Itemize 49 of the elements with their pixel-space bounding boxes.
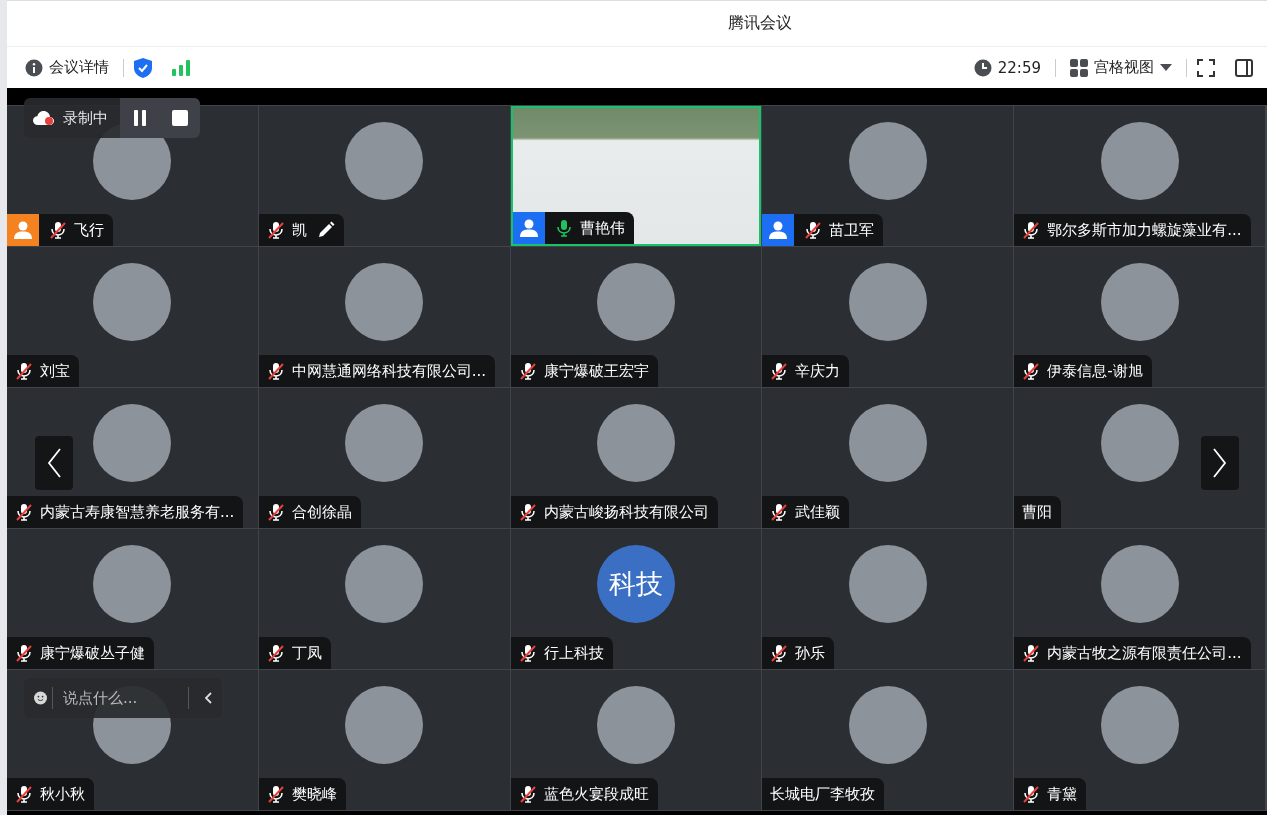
next-page-button[interactable] [1201, 436, 1239, 490]
chevron-right-icon [1213, 448, 1227, 478]
stop-icon [172, 110, 188, 126]
participant-name: 刘宝 [40, 361, 70, 381]
participant-name: 康宁爆破王宏宇 [543, 361, 649, 381]
stop-button[interactable] [160, 98, 200, 138]
text-avatar: 科技 [597, 545, 675, 623]
participant-name: 康宁爆破丛子健 [40, 643, 145, 663]
meeting-details-button[interactable]: 会议详情 [21, 58, 113, 77]
recording-status: 录制中 [63, 108, 108, 128]
participant-name: 青黛 [1047, 784, 1078, 804]
window-title: 腾讯会议 [727, 13, 792, 34]
chevron-left-icon [204, 692, 212, 704]
participant-name: 凯 [291, 220, 307, 240]
participant-name: 曹艳伟 [579, 218, 625, 238]
info-icon [25, 58, 43, 77]
participant-name: 内蒙古峻扬科技有限公司 [543, 502, 709, 522]
participant-name: 辛庆力 [795, 361, 841, 381]
participant-name: 中网慧通网络科技有限公司... [291, 361, 487, 381]
participant-name: 苗卫军 [829, 220, 875, 240]
chevron-left-icon [47, 448, 61, 478]
participant-name: 樊晓峰 [291, 784, 337, 804]
participant-name: 合创徐晶 [291, 502, 352, 522]
participant-name: 长城电厂李牧孜 [770, 784, 876, 804]
chat-input-field[interactable]: 说点什么... [52, 687, 189, 709]
participant-name: 行上科技 [543, 643, 604, 663]
clock-icon [973, 58, 992, 77]
participant-name: 鄂尔多斯市加力螺旋藻业有... [1047, 220, 1242, 240]
previous-page-button[interactable] [35, 436, 73, 490]
meeting-time: 22:59 [997, 58, 1041, 77]
participant-name: 飞行 [74, 220, 104, 240]
sidebar-toggle-icon[interactable] [1235, 58, 1253, 77]
participant-name: 伊泰信息-谢旭 [1047, 361, 1143, 381]
cloud-recording-icon [33, 110, 55, 126]
participant-name: 内蒙古寿康智慧养老服务有... [40, 502, 235, 522]
participant-name: 孙乐 [795, 643, 826, 663]
view-mode-dropdown[interactable]: 宫格视图 [1066, 58, 1176, 77]
security-shield-icon[interactable] [134, 57, 152, 78]
participant-name: 蓝色火宴段成旺 [543, 784, 649, 804]
pause-button[interactable] [120, 98, 160, 138]
participant-name: 秋小秋 [40, 784, 85, 804]
grid-icon [1070, 58, 1088, 77]
participant-name: 内蒙古牧之源有限责任公司... [1047, 643, 1242, 663]
participant-name: 武佳颖 [795, 502, 841, 522]
participant-name: 丁凤 [291, 643, 322, 663]
participant-name: 曹阳 [1022, 502, 1053, 522]
fullscreen-icon[interactable] [1197, 58, 1215, 77]
pause-icon [132, 110, 148, 126]
caret-icon [1160, 64, 1172, 71]
